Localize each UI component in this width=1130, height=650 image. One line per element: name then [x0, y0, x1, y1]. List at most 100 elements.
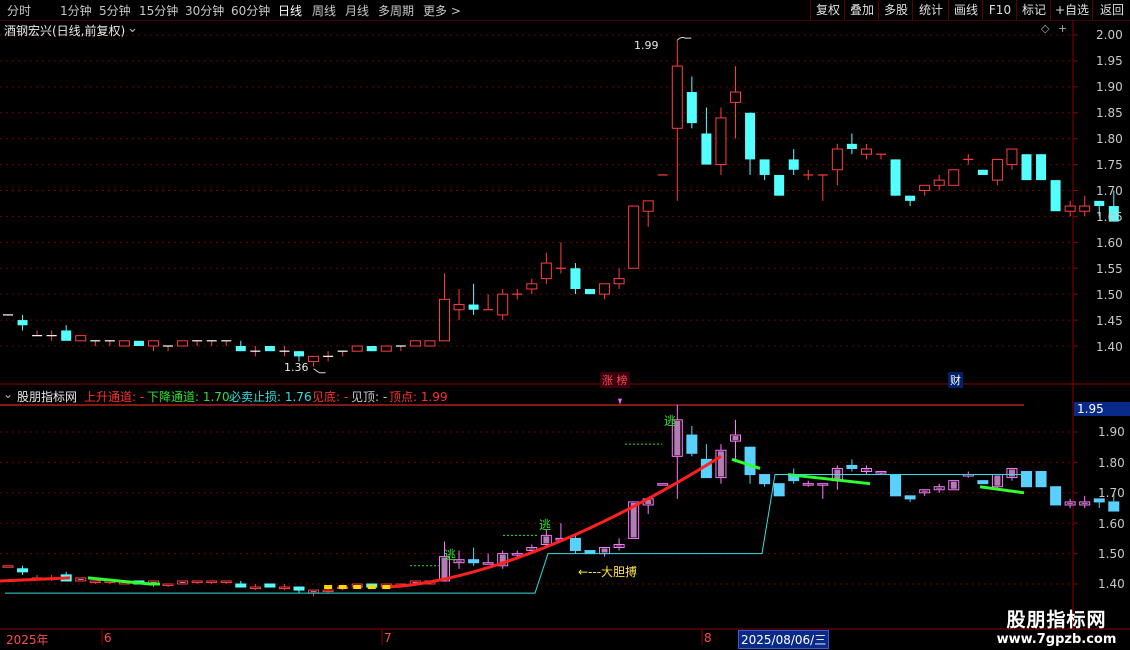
candles	[3, 40, 1119, 367]
candle-down	[1094, 200, 1105, 207]
ind-candle-fill	[179, 581, 186, 583]
ind-candle-fill	[601, 548, 608, 553]
candle-up	[118, 340, 130, 347]
ind-candle-body	[322, 589, 334, 593]
candle-up	[948, 169, 960, 186]
date-label: 6	[104, 631, 112, 645]
indicator-bottom: 见底: -	[312, 390, 349, 404]
rising-channel-line	[386, 455, 722, 589]
ind-candle-fill	[1067, 502, 1074, 504]
y-tick: 1.90	[1096, 80, 1123, 94]
candle-down	[61, 330, 72, 341]
ind-candle-body	[657, 483, 669, 486]
candle-down	[788, 159, 799, 170]
top-signal-arrow	[618, 398, 622, 405]
yellow-mark	[382, 585, 391, 590]
ind-candle-fill	[456, 560, 463, 562]
ind-candle-body	[977, 480, 989, 485]
ind-candle-body	[759, 474, 771, 485]
indicator-down-channel: 下降通道: 1.70	[147, 390, 230, 404]
diamond-icon[interactable]: ◇	[1041, 22, 1049, 35]
ind-candle-fill	[77, 578, 84, 580]
y-tick: 1.55	[1096, 262, 1123, 276]
ind-candle-body	[191, 580, 203, 583]
y-tick: 1.85	[1096, 106, 1123, 120]
ind-candle-fill	[717, 451, 724, 477]
ind-candle-fill	[732, 436, 739, 441]
ind-candle-fill	[310, 591, 317, 593]
candle-up	[148, 340, 159, 347]
ind-candle-fill	[936, 487, 943, 489]
y-tick: 1.95	[1096, 54, 1123, 68]
yellow-mark	[367, 585, 376, 590]
kline-chart[interactable]	[0, 0, 1130, 650]
ind-candle-fill	[994, 475, 1001, 486]
y-tick: 1.50	[1096, 288, 1123, 302]
ind-candle-body	[904, 495, 916, 500]
escape-signal-label: 逃	[664, 414, 677, 428]
ind-candle-body	[249, 586, 261, 590]
finance-badge[interactable]: 财	[948, 372, 963, 388]
ind-candle-body	[744, 446, 756, 476]
y-tick: 1.70	[1096, 184, 1123, 198]
falling-channel-line	[787, 473, 871, 486]
indicator-name[interactable]: 股朋指标网	[17, 388, 77, 405]
candle-up	[613, 278, 625, 285]
escape-signal-label: 逃	[444, 548, 457, 562]
indicator-peak: 顶点: 1.99	[389, 390, 448, 404]
ind-candle-body	[817, 483, 829, 486]
current-value-tag: 1.95	[1074, 402, 1130, 416]
candle-down	[366, 346, 377, 352]
candle-down	[905, 195, 916, 201]
ind-candle-body	[264, 583, 276, 588]
candle-down	[846, 143, 857, 150]
indicator-marks	[0, 404, 1120, 597]
y-tick: 2.00	[1096, 28, 1123, 42]
date-label: 8	[704, 631, 712, 645]
candle-down	[1036, 154, 1047, 181]
ind-candle-body	[875, 471, 887, 474]
candle-up	[991, 158, 1003, 181]
y-tick: 1.45	[1096, 314, 1123, 328]
limit-up-badge[interactable]: 涨 榜	[600, 372, 630, 388]
candle-down	[701, 133, 712, 165]
ind-candle-body	[569, 537, 581, 552]
title-dropdown-icon[interactable]: ⌄	[127, 21, 138, 36]
y-tick: 1.90	[1098, 425, 1125, 439]
ind-candle-fill	[921, 490, 928, 492]
indicator-top: 见顶: -	[351, 390, 388, 404]
candle-up	[453, 304, 465, 311]
ind-candle-body	[846, 464, 858, 469]
ind-candle-body	[1050, 486, 1062, 506]
ind-candle-fill	[543, 536, 550, 544]
candle-up	[75, 335, 87, 342]
y-tick: 1.40	[1096, 340, 1123, 354]
candle-down	[745, 112, 756, 160]
y-tick: 1.40	[1098, 577, 1125, 591]
watermark-name: 股朋指标网	[1006, 609, 1107, 631]
ind-candle-body	[220, 580, 232, 583]
ind-candle-body	[17, 568, 29, 573]
ind-candle-fill	[528, 548, 535, 550]
candle-up	[599, 283, 611, 295]
y-tick: 1.65	[1096, 210, 1123, 224]
candle-up	[497, 293, 509, 316]
ind-candle-fill	[950, 481, 957, 489]
candle-down	[890, 159, 901, 196]
ind-candle-body	[235, 583, 247, 588]
high-price-label: 1.99	[634, 39, 659, 52]
high-marker	[676, 37, 692, 41]
candle-up	[1064, 205, 1076, 212]
candle-up	[628, 205, 640, 269]
candle-up	[177, 340, 189, 347]
y-tick: 1.60	[1098, 517, 1125, 531]
candle-up	[308, 355, 320, 363]
ind-candle-body	[206, 580, 218, 583]
indicator-dropdown-icon[interactable]: ⌄	[3, 387, 13, 401]
date-label: 7	[384, 631, 392, 645]
y-tick: 1.80	[1096, 132, 1123, 146]
add-window-icon[interactable]: +	[1058, 22, 1067, 35]
candle-up	[351, 345, 363, 352]
ind-candle-fill	[1081, 502, 1088, 504]
candle-up	[439, 298, 450, 342]
